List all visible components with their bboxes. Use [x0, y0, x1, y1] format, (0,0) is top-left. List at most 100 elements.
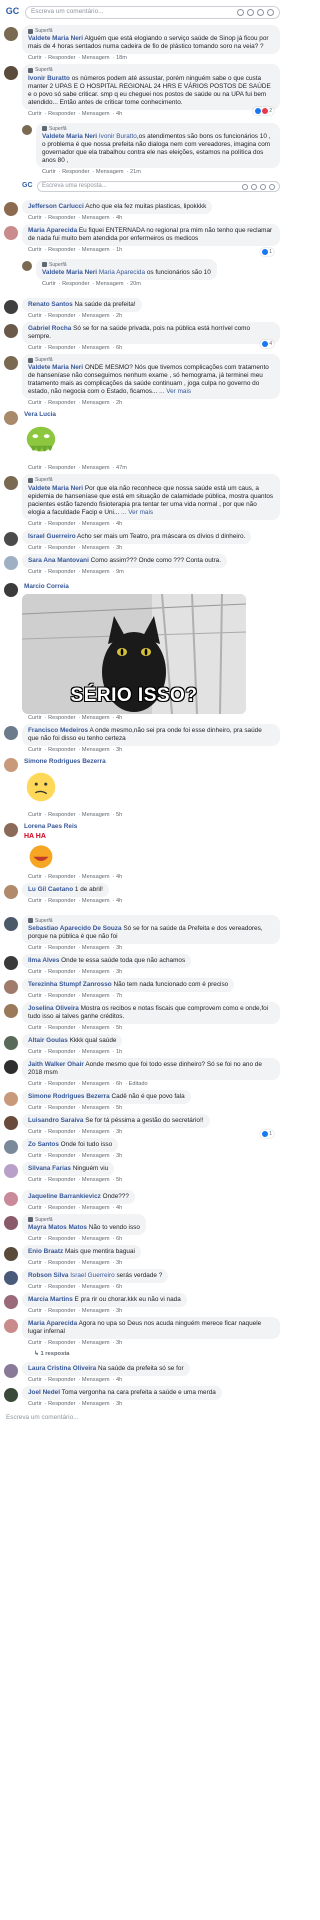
comment-time[interactable]: 21m: [130, 169, 141, 175]
comment-author[interactable]: Vera Lucia: [24, 411, 56, 418]
comment-author[interactable]: Sara Ana Mantovani: [28, 557, 89, 564]
reaction-count[interactable]: 1: [260, 247, 274, 256]
message-link[interactable]: Mensagem: [82, 111, 110, 117]
avatar[interactable]: [4, 1059, 18, 1074]
avatar[interactable]: [22, 260, 32, 271]
comment-time[interactable]: 1h: [116, 247, 122, 253]
comment-author[interactable]: Lu Gil Caetano: [28, 886, 73, 893]
message-link[interactable]: Mensagem: [82, 969, 110, 975]
reply-link[interactable]: Responder: [48, 247, 75, 253]
avatar[interactable]: [4, 356, 18, 370]
message-link[interactable]: Mensagem: [82, 1105, 110, 1111]
like-link[interactable]: Curtir: [28, 569, 42, 575]
like-link[interactable]: Curtir: [28, 247, 42, 253]
reply-link[interactable]: Responder: [48, 747, 75, 753]
avatar[interactable]: [4, 1271, 18, 1285]
comment-time[interactable]: 3h: [116, 747, 122, 753]
emoji-icon[interactable]: [237, 8, 244, 16]
message-link[interactable]: Mensagem: [82, 215, 110, 221]
reply-input[interactable]: Escreva uma resposta...: [37, 181, 280, 193]
comment-author[interactable]: Simone Rodrigues Bezerra: [28, 1093, 110, 1100]
camera-icon[interactable]: [247, 8, 254, 16]
comment-author[interactable]: Joel Nedel: [28, 1389, 60, 1396]
comment-time[interactable]: 6h: [116, 1284, 122, 1290]
message-link[interactable]: Mensagem: [82, 1205, 110, 1211]
avatar[interactable]: [4, 955, 18, 970]
message-link[interactable]: Mensagem: [82, 313, 110, 319]
message-link[interactable]: Mensagem: [82, 545, 110, 551]
like-link[interactable]: Curtir: [28, 345, 42, 351]
comment-time[interactable]: 3h: [116, 1401, 122, 1407]
like-link[interactable]: Curtir: [28, 1205, 42, 1211]
comment-input[interactable]: Escreva um comentário...: [25, 5, 280, 19]
reply-link[interactable]: Responder: [48, 1049, 75, 1055]
message-link[interactable]: Mensagem: [82, 1081, 110, 1087]
avatar[interactable]: [4, 916, 18, 931]
reply-link[interactable]: Responder: [48, 1236, 75, 1242]
reply-link[interactable]: Responder: [48, 1129, 75, 1135]
comment-time[interactable]: 6h: [116, 1236, 122, 1242]
gif-icon[interactable]: [257, 8, 264, 16]
reply-link[interactable]: Responder: [48, 1340, 75, 1346]
mention-link[interactable]: Israel Guerreiro: [70, 1272, 114, 1279]
reply-link[interactable]: Responder: [48, 1025, 75, 1031]
comment-author[interactable]: Robson Silva: [28, 1272, 68, 1279]
like-link[interactable]: Curtir: [28, 1284, 42, 1290]
message-link[interactable]: Mensagem: [82, 1177, 110, 1183]
avatar[interactable]: [4, 27, 18, 41]
message-link[interactable]: Mensagem: [82, 993, 110, 999]
comment-author[interactable]: Valdete Maria Neri: [28, 35, 83, 42]
reply-link[interactable]: Responder: [48, 1260, 75, 1266]
comment-author[interactable]: Marcio Correia: [24, 583, 69, 590]
comment-time[interactable]: 18m: [116, 55, 127, 61]
comment-author[interactable]: Valdete Maria Neri: [42, 133, 97, 140]
comment-author[interactable]: Altair Goulas: [28, 1037, 68, 1044]
comment-time[interactable]: 4h: [116, 1377, 122, 1383]
message-link[interactable]: Mensagem: [82, 521, 110, 527]
like-link[interactable]: Curtir: [28, 111, 42, 117]
avatar[interactable]: [4, 1247, 18, 1261]
avatar[interactable]: [4, 1003, 18, 1018]
reply-link[interactable]: Responder: [48, 993, 75, 999]
message-link[interactable]: Mensagem: [82, 1284, 110, 1290]
like-link[interactable]: Curtir: [28, 747, 42, 753]
comment-author[interactable]: Joselina Oliveira: [28, 1005, 79, 1012]
message-link[interactable]: Mensagem: [82, 1129, 110, 1135]
comment-time[interactable]: 20m: [130, 281, 141, 287]
like-link[interactable]: Curtir: [28, 215, 42, 221]
sticker-icon[interactable]: [269, 183, 275, 190]
sticker-icon[interactable]: [267, 8, 274, 16]
comment-time[interactable]: 6h: [116, 345, 122, 351]
comment-author[interactable]: Maria Aparecida: [28, 1320, 77, 1327]
comment-author[interactable]: Valdete Maria Neri: [42, 269, 97, 276]
avatar[interactable]: [4, 555, 18, 570]
reply-link[interactable]: Responder: [62, 169, 89, 175]
avatar[interactable]: [4, 66, 18, 81]
mention-link[interactable]: Ivonir Buratto: [99, 133, 137, 140]
like-link[interactable]: Curtir: [28, 1177, 42, 1183]
reply-link[interactable]: Responder: [48, 1308, 75, 1314]
avatar[interactable]: [4, 201, 18, 216]
message-link[interactable]: Mensagem: [82, 1340, 110, 1346]
comment-author[interactable]: Renato Santos: [28, 301, 73, 308]
message-link[interactable]: Mensagem: [82, 55, 110, 61]
like-link[interactable]: Curtir: [28, 465, 42, 471]
avatar[interactable]: [4, 225, 18, 240]
see-more-link[interactable]: ... Ver mais: [121, 509, 153, 516]
like-link[interactable]: Curtir: [28, 1377, 42, 1383]
avatar[interactable]: [4, 1035, 18, 1050]
like-link[interactable]: Curtir: [28, 1025, 42, 1031]
comment-time[interactable]: 3h: [116, 969, 122, 975]
comment-author[interactable]: Valdete Maria Neri: [28, 364, 83, 371]
reply-link[interactable]: Responder: [48, 1081, 75, 1087]
comment-time[interactable]: 4h: [116, 111, 122, 117]
comment-time[interactable]: 1h: [116, 1049, 122, 1055]
comment-author[interactable]: Sebastiao Aparecido De Souza: [28, 925, 122, 932]
avatar[interactable]: [4, 979, 18, 994]
like-link[interactable]: Curtir: [28, 1260, 42, 1266]
like-link[interactable]: Curtir: [28, 1236, 42, 1242]
comment-author[interactable]: Ivonir Buratto: [28, 75, 70, 82]
reply-link[interactable]: Responder: [48, 715, 75, 721]
comment-time[interactable]: 7h: [116, 993, 122, 999]
message-link[interactable]: Mensagem: [82, 945, 110, 951]
